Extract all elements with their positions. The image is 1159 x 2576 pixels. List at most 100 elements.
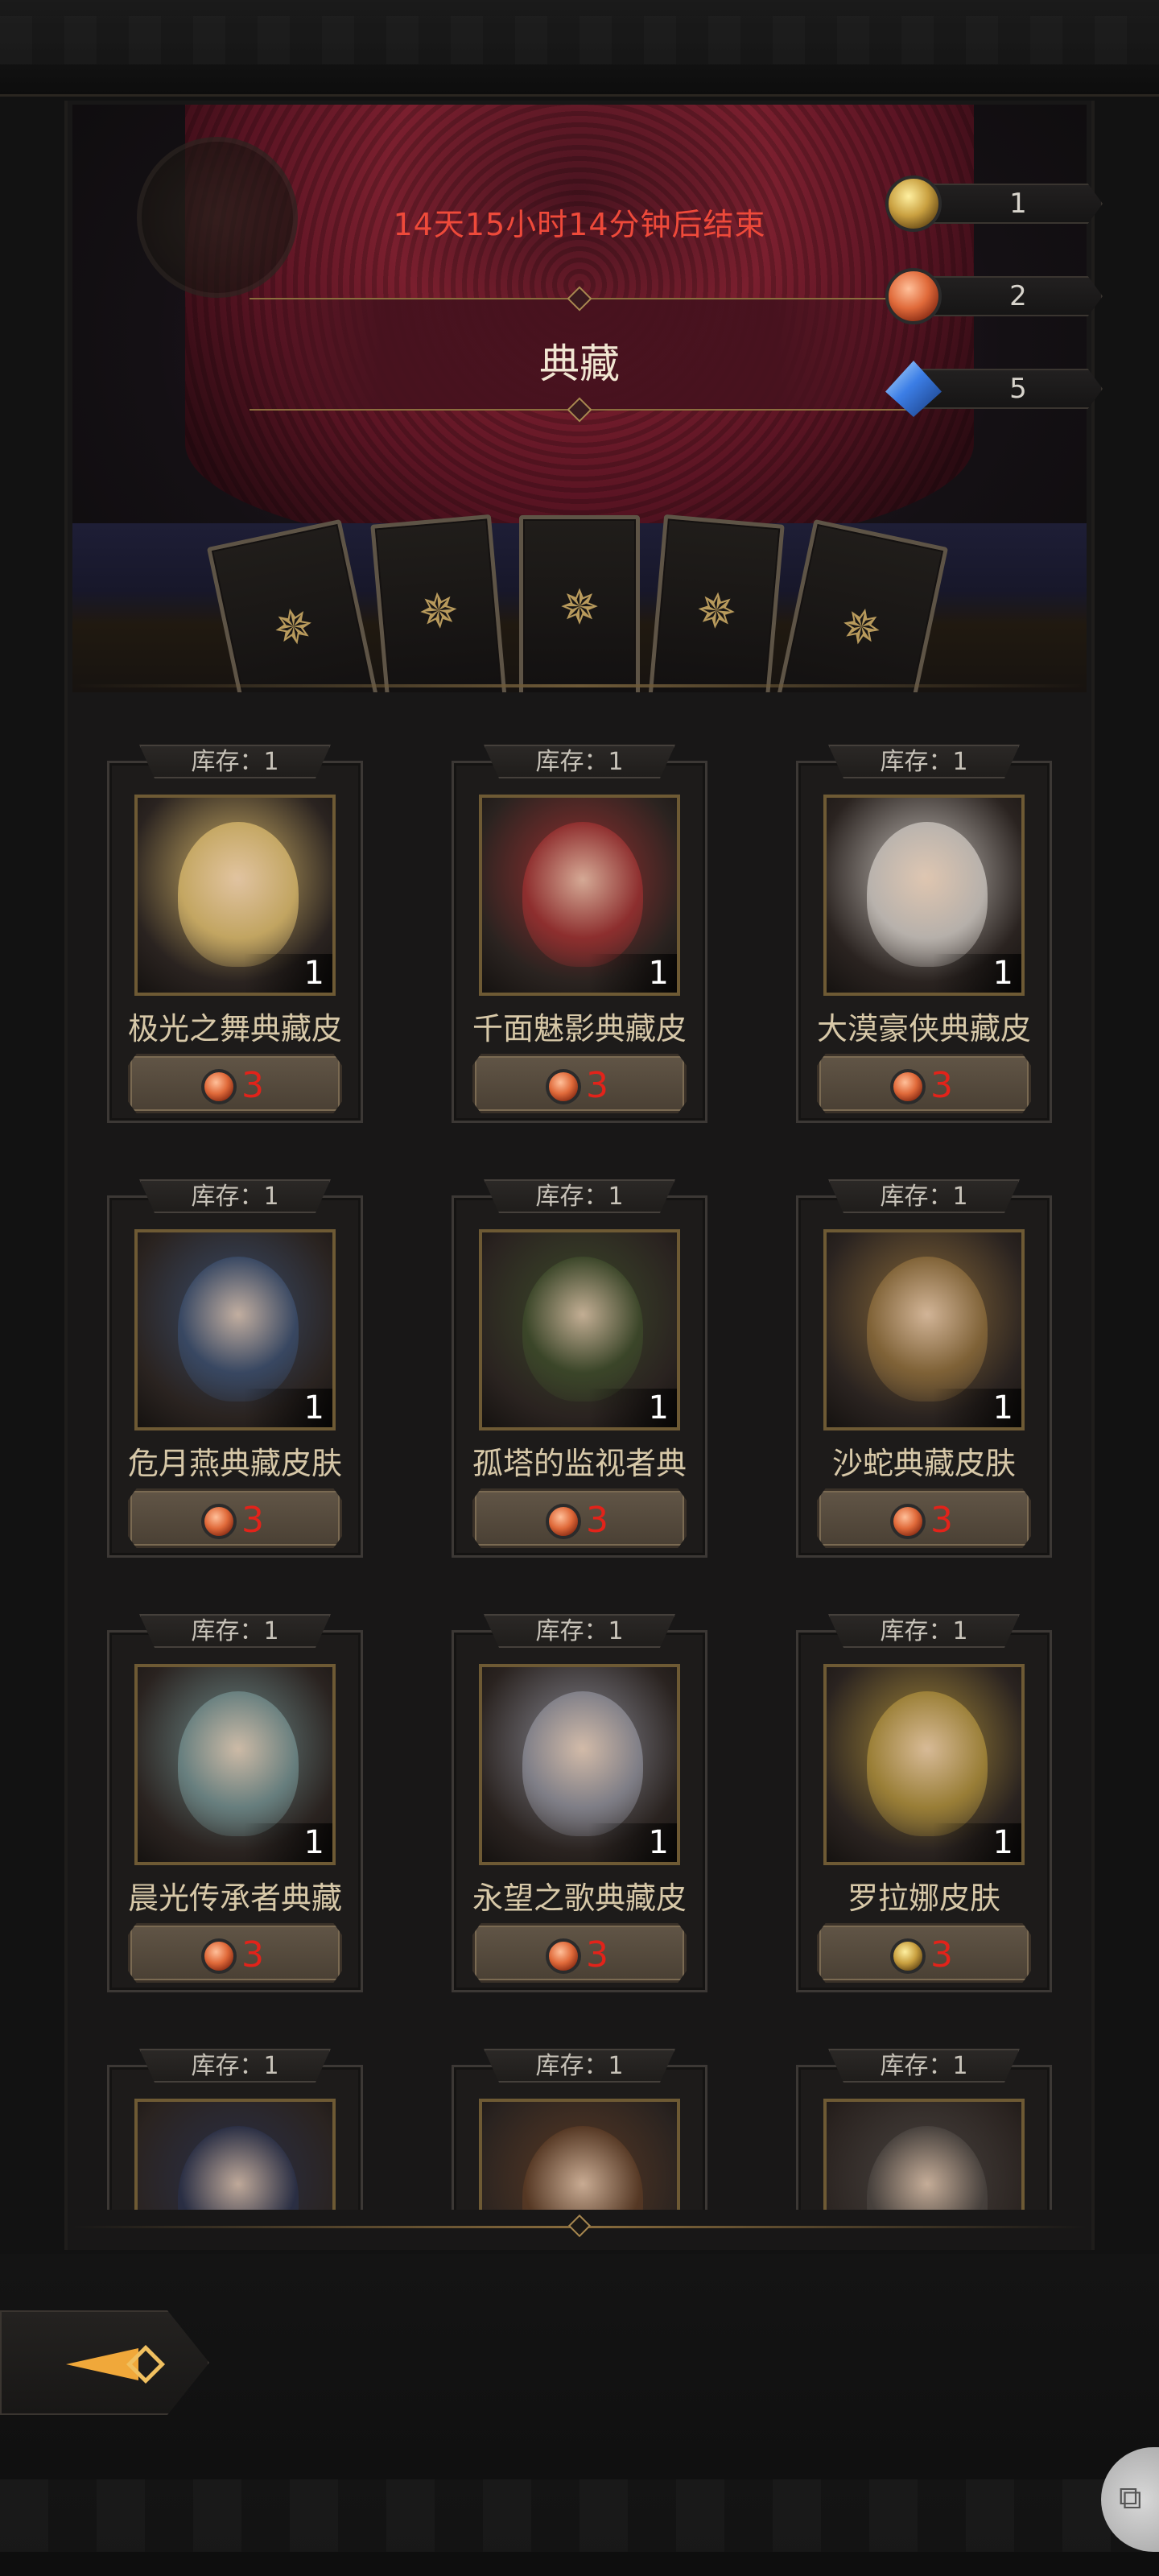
compass-star-icon: ✵ xyxy=(693,581,740,642)
item-quantity: 1 xyxy=(244,1389,332,1427)
character-figure xyxy=(867,822,988,967)
skin-portrait[interactable]: 1 xyxy=(823,1229,1025,1430)
item-price: 3 xyxy=(586,1065,608,1106)
buy-button[interactable]: 3 xyxy=(817,1054,1031,1113)
item-price: 3 xyxy=(930,1934,953,1975)
red-coin-icon xyxy=(546,1504,581,1539)
item-price: 3 xyxy=(930,1065,953,1106)
stock-label: 库存：1 xyxy=(139,745,331,778)
item-name: 晨光传承者典藏 xyxy=(127,1880,342,1916)
item-name: 沙蛇典藏皮肤 xyxy=(831,1446,1016,1481)
item-quantity: 1 xyxy=(588,1389,677,1427)
shop-item-card[interactable]: 库存：1 xyxy=(452,2049,707,2210)
skin-portrait[interactable] xyxy=(479,2099,680,2210)
bottom-decor-band xyxy=(0,2254,1159,2576)
red-coin-icon xyxy=(885,268,942,324)
red-coin-icon xyxy=(546,1938,581,1974)
character-figure xyxy=(178,822,299,967)
character-figure xyxy=(522,1691,643,1836)
stock-label: 库存：1 xyxy=(828,2049,1020,2083)
stock-label: 库存：1 xyxy=(139,1614,331,1648)
red-coin-icon xyxy=(201,1938,237,1974)
item-name: 永望之歌典藏皮 xyxy=(472,1880,687,1916)
skin-portrait[interactable]: 1 xyxy=(479,795,680,996)
item-price: 3 xyxy=(241,1065,264,1106)
title-banner: 典藏 xyxy=(250,286,909,423)
buy-button[interactable]: 3 xyxy=(128,1488,342,1548)
diamond-ornament-icon xyxy=(567,2214,592,2238)
item-name: 危月燕典藏皮肤 xyxy=(127,1446,342,1481)
stock-label: 库存：1 xyxy=(484,1614,675,1648)
back-button[interactable] xyxy=(0,2310,209,2415)
gold-coin-icon xyxy=(885,175,942,232)
skin-portrait[interactable]: 1 xyxy=(134,1664,336,1865)
compass-star-icon: ✵ xyxy=(559,580,600,636)
buy-button[interactable]: 3 xyxy=(817,1923,1031,1983)
character-figure xyxy=(867,1257,988,1402)
page-title: 典藏 xyxy=(539,341,620,387)
character-figure xyxy=(522,822,643,967)
item-name: 罗拉娜皮肤 xyxy=(847,1880,1000,1916)
tarot-card: ✵ xyxy=(648,514,785,692)
item-name: 孤塔的监视者典 xyxy=(472,1446,687,1481)
item-quantity: 1 xyxy=(588,954,677,993)
red-coin-icon xyxy=(890,1504,926,1539)
grid-footer xyxy=(72,2210,1087,2242)
shop-item-card[interactable]: 库存：1 1 沙蛇典藏皮肤 3 xyxy=(796,1179,1052,1558)
skin-portrait[interactable]: 1 xyxy=(134,795,336,996)
item-grid[interactable]: 库存：1 1 极光之舞典藏皮 3 库存：1 1 千面魅影典藏皮 3 库存：1 1 大漠豪侠典藏皮 3 库… xyxy=(72,724,1087,2210)
red-coin-icon xyxy=(201,1504,237,1539)
stock-label: 库存：1 xyxy=(139,1179,331,1213)
shop-item-card[interactable]: 库存：1 1 千面魅影典藏皮 3 xyxy=(452,745,707,1123)
skin-portrait[interactable]: 1 xyxy=(134,1229,336,1430)
red-coin-icon xyxy=(546,1069,581,1104)
skin-portrait[interactable] xyxy=(823,2099,1025,2210)
skin-portrait[interactable]: 1 xyxy=(479,1229,680,1430)
item-price: 3 xyxy=(241,1934,264,1975)
buy-button[interactable]: 3 xyxy=(128,1054,342,1113)
skin-portrait[interactable] xyxy=(134,2099,336,2210)
compass-star-icon: ✵ xyxy=(415,581,462,642)
shop-item-card[interactable]: 库存：1 1 孤塔的监视者典 3 xyxy=(452,1179,707,1558)
header-divider xyxy=(72,684,1087,687)
currency-value: 2 xyxy=(1009,280,1027,312)
skin-portrait[interactable]: 1 xyxy=(823,795,1025,996)
shop-item-card[interactable]: 库存：1 1 危月燕典藏皮肤 3 xyxy=(107,1179,363,1558)
character-figure xyxy=(522,1257,643,1402)
shop-item-card[interactable]: 库存：1 1 永望之歌典藏皮 3 xyxy=(452,1614,707,1992)
red-coin-icon xyxy=(890,1069,926,1104)
red-coin-icon xyxy=(201,1069,237,1104)
character-figure xyxy=(178,1691,299,1836)
bottom-pattern xyxy=(0,2479,1159,2552)
skin-portrait[interactable]: 1 xyxy=(823,1664,1025,1865)
shop-item-card[interactable]: 库存：1 1 大漠豪侠典藏皮 3 xyxy=(796,745,1052,1123)
shop-item-card[interactable]: 库存：1 xyxy=(107,2049,363,2210)
stock-label: 库存：1 xyxy=(828,745,1020,778)
item-quantity: 1 xyxy=(933,1389,1021,1427)
shop-item-card[interactable]: 库存：1 xyxy=(796,2049,1052,2210)
stock-label: 库存：1 xyxy=(139,2049,331,2083)
assistant-icon: ⧉ xyxy=(1119,2479,1142,2516)
buy-button[interactable]: 3 xyxy=(472,1923,687,1983)
shop-item-card[interactable]: 库存：1 1 晨光传承者典藏 3 xyxy=(107,1614,363,1992)
shop-item-card[interactable]: 库存：1 1 罗拉娜皮肤 3 xyxy=(796,1614,1052,1992)
character-figure xyxy=(178,1257,299,1402)
item-price: 3 xyxy=(241,1500,264,1541)
buy-button[interactable]: 3 xyxy=(817,1488,1031,1548)
top-decor-band xyxy=(0,0,1159,97)
compass-star-icon: ✵ xyxy=(835,596,887,660)
item-price: 3 xyxy=(586,1500,608,1541)
currency-value: 1 xyxy=(1009,188,1027,220)
buy-button[interactable]: 3 xyxy=(128,1923,342,1983)
buy-button[interactable]: 3 xyxy=(472,1054,687,1113)
shop-item-card[interactable]: 库存：1 1 极光之舞典藏皮 3 xyxy=(107,745,363,1123)
character-figure xyxy=(178,2126,299,2210)
currency-gold[interactable]: 1 xyxy=(885,175,1111,232)
skin-portrait[interactable]: 1 xyxy=(479,1664,680,1865)
item-quantity: 1 xyxy=(933,954,1021,993)
currency-gem[interactable]: 5 xyxy=(885,361,1111,417)
currency-red[interactable]: 2 xyxy=(885,268,1111,324)
character-figure xyxy=(867,2126,988,2210)
item-name: 极光之舞典藏皮 xyxy=(127,1011,342,1046)
buy-button[interactable]: 3 xyxy=(472,1488,687,1548)
